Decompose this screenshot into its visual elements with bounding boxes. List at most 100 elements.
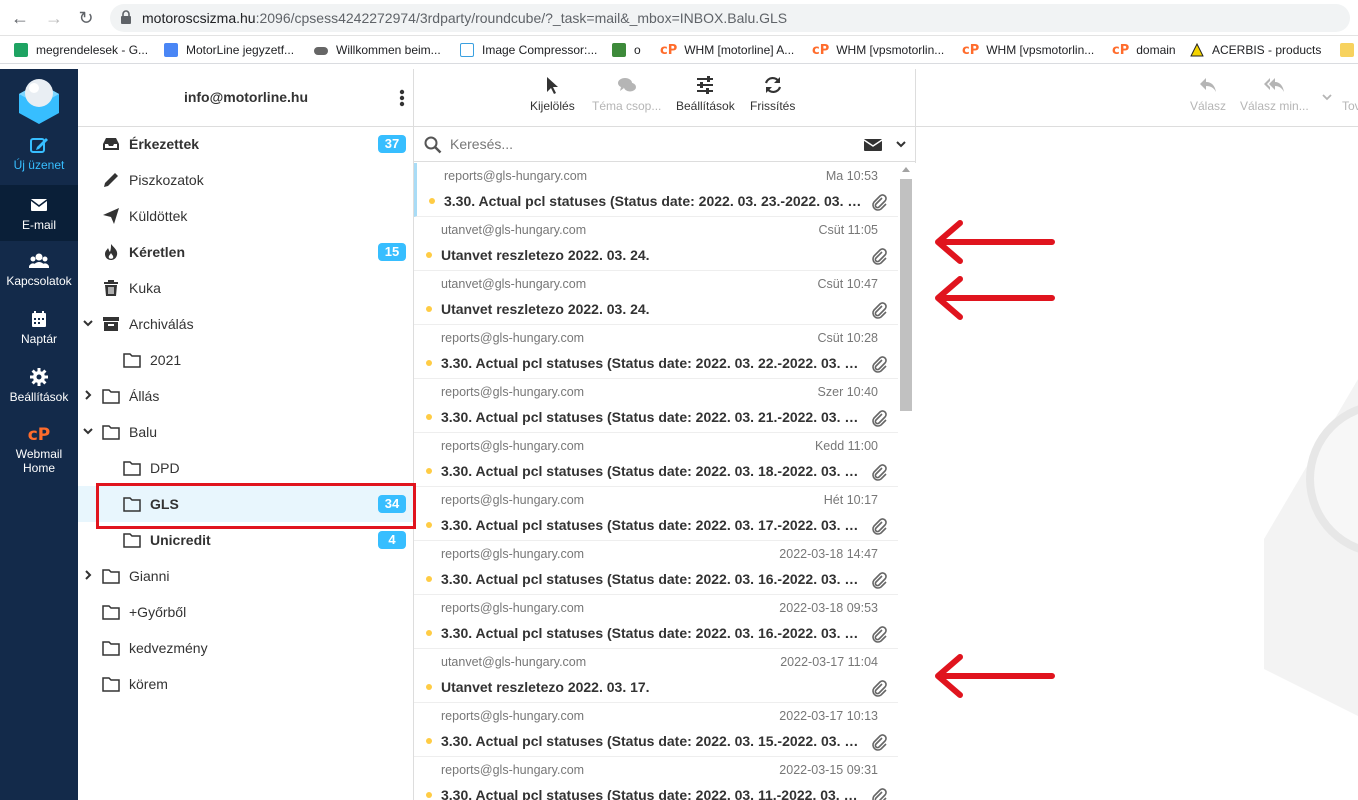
nav-mail[interactable]: E-mail [0,185,78,241]
nav-webmail-home[interactable]: cP Webmail Home [0,425,78,485]
refresh-button[interactable]: Frissítés [750,75,795,113]
unread-dot [426,306,432,312]
bookmark-item[interactable]: Image Compressor:... [460,42,597,58]
forward-icon[interactable]: → [44,8,64,28]
list-options-button[interactable]: Beállítások [676,75,735,113]
bookmark-item[interactable]: cP WHM [vpsmotorlin... [962,42,1094,58]
chevron-down-icon[interactable] [82,424,94,438]
folder-label: Unicredit [150,532,211,548]
unread-badge: 4 [378,531,406,549]
bookmark-folder[interactable] [1340,42,1358,58]
more-menu-icon[interactable] [399,89,405,107]
folder-trash[interactable]: Kuka [78,270,414,306]
compose-button[interactable]: Új üzenet [0,135,78,185]
message-row[interactable]: utanvet@gls-hungary.com Csüt 10:47 Utanv… [414,271,898,325]
bookmark-item[interactable]: ACERBIS - products [1190,42,1321,58]
browser-address-bar: ← → ↻ motoroscsizma.hu:2096/cpsess424227… [0,0,1358,36]
back-icon[interactable]: ← [10,8,30,28]
message-subject: 3.30. Actual pcl statuses (Status date: … [441,625,861,641]
sheets-icon [14,43,28,57]
bookmark-item[interactable]: MotorLine jegyzetf... [164,42,294,58]
message-subject: 3.30. Actual pcl statuses (Status date: … [441,517,861,533]
reply-all-button[interactable]: Válasz min... [1240,75,1309,113]
folder-balu[interactable]: Balu [78,414,414,450]
message-from: reports@gls-hungary.com [444,169,588,183]
message-subject: 3.30. Actual pcl statuses (Status date: … [444,193,864,209]
message-row[interactable]: reports@gls-hungary.com 2022-03-17 10:13… [414,703,898,757]
message-row[interactable]: utanvet@gls-hungary.com Csüt 11:05 Utanv… [414,217,898,271]
paperclip-icon [872,680,887,697]
message-row[interactable]: reports@gls-hungary.com Szer 10:40 3.30.… [414,379,898,433]
message-row[interactable]: reports@gls-hungary.com Csüt 10:28 3.30.… [414,325,898,379]
nav-contacts[interactable]: Kapcsolatok [0,251,78,301]
message-row[interactable]: reports@gls-hungary.com 2022-03-18 09:53… [414,595,898,649]
folder-kedvezmeny[interactable]: kedvezmény [78,630,414,666]
message-list-scrollbar[interactable] [898,163,916,800]
cpanel-icon: cP [962,42,980,58]
lock-icon [121,10,131,24]
message-row[interactable]: reports@gls-hungary.com Kedd 11:00 3.30.… [414,433,898,487]
chevron-down-icon[interactable] [895,138,907,150]
folder-icon [123,461,141,476]
bookmark-item[interactable]: Willkommen beim... [314,42,441,58]
message-subject: 3.30. Actual pcl statuses (Status date: … [441,733,861,749]
folder-gyorbol[interactable]: +Győrből [78,594,414,630]
book-icon [612,43,626,57]
message-from: reports@gls-hungary.com [441,601,585,615]
scrollbar-thumb[interactable] [900,179,912,411]
nav-settings[interactable]: Beállítások [0,367,78,417]
bookmark-item[interactable]: megrendelesek - G... [14,42,148,58]
folder-allas[interactable]: Állás [78,378,414,414]
reload-icon[interactable]: ↻ [76,8,96,28]
paperclip-icon [872,626,887,643]
folder-dpd[interactable]: DPD [78,450,414,486]
message-row[interactable]: reports@gls-hungary.com 2022-03-15 09:31… [414,757,898,800]
folder-inbox[interactable]: Érkezettek 37 [78,126,414,162]
message-subject: 3.30. Actual pcl statuses (Status date: … [441,463,861,479]
scroll-up-icon[interactable] [902,167,910,172]
threads-button[interactable]: Téma csop... [592,75,661,113]
sliders-icon [697,76,714,94]
chevron-right-icon[interactable] [82,388,94,402]
message-from: utanvet@gls-hungary.com [441,655,587,669]
paperclip-icon [872,788,887,800]
select-button[interactable]: Kijelölés [530,75,575,113]
webmail-label: Webmail [15,447,63,461]
folder-2021[interactable]: 2021 [78,342,414,378]
folder-archive[interactable]: Archiválás [78,306,414,342]
trash-icon [104,280,118,296]
bookmark-item[interactable]: cP domain [1112,42,1176,58]
bookmark-item[interactable]: cP WHM [motorline] A... [660,42,794,58]
chevron-right-icon[interactable] [82,568,94,582]
chevron-down-icon[interactable] [82,316,94,330]
chevron-down-icon[interactable] [1322,93,1332,101]
reply-button[interactable]: Válasz [1190,75,1226,113]
message-row[interactable]: reports@gls-hungary.com 2022-03-18 14:47… [414,541,898,595]
bookmark-item[interactable]: o [612,42,641,58]
nav-calendar[interactable]: Naptár [0,309,78,359]
message-date: Ma 10:53 [825,169,878,183]
gear-icon [30,368,48,386]
folder-sent[interactable]: Küldöttek [78,198,414,234]
envelope-icon[interactable] [863,137,883,153]
folder-icon [102,425,120,440]
folder-drafts[interactable]: Piszkozatok [78,162,414,198]
folder-korem[interactable]: körem [78,666,414,702]
search-input[interactable] [450,133,830,155]
folder-junk[interactable]: Kéretlen 15 [78,234,414,270]
reply-all-icon [1264,78,1285,92]
url-field[interactable]: motoroscsizma.hu:2096/cpsess4242272974/3… [110,4,1350,32]
folder-label: Balu [129,424,158,440]
unread-badge: 15 [378,243,406,261]
message-row[interactable]: reports@gls-hungary.com Hét 10:17 3.30. … [414,487,898,541]
bookmark-label: WHM [vpsmotorlin... [986,43,1095,57]
bookmark-item[interactable]: cP WHM [vpsmotorlin... [812,42,944,58]
message-row[interactable]: reports@gls-hungary.com Ma 10:53 3.30. A… [414,163,898,217]
list-toolbar: Kijelölés Téma csop... Beállítások Friss… [414,69,915,127]
message-row[interactable]: utanvet@gls-hungary.com 2022-03-17 11:04… [414,649,898,703]
compose-icon [30,138,48,153]
forward-button[interactable]: Tov [1342,75,1358,113]
folder-gianni[interactable]: Gianni [78,558,414,594]
message-from: utanvet@gls-hungary.com [441,277,587,291]
message-date: Hét 10:17 [823,493,878,507]
